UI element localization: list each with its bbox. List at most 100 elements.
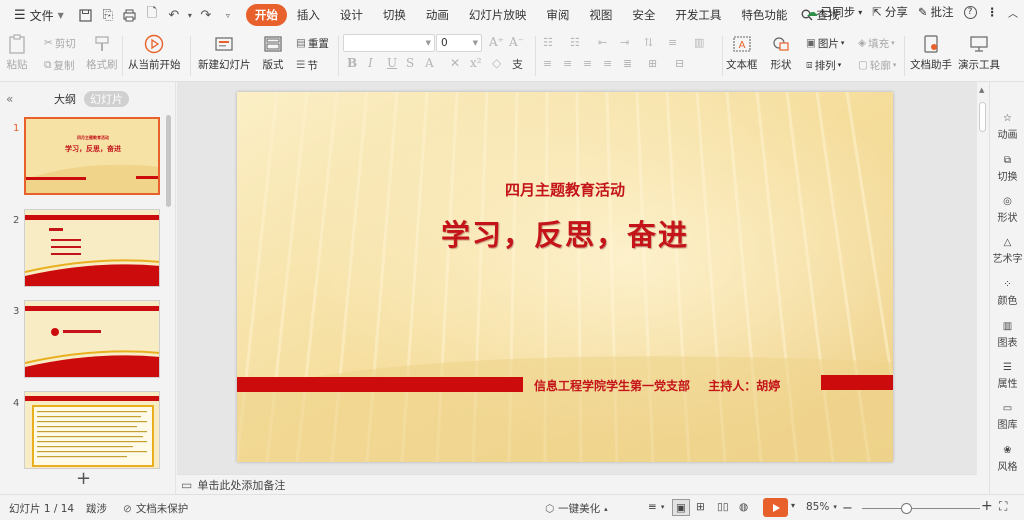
export-icon[interactable]: ⎘ xyxy=(98,5,118,25)
line-spacing-icon[interactable]: ≡ xyxy=(668,36,677,49)
decrease-indent-icon[interactable]: ⇤ xyxy=(598,36,607,49)
theme-name[interactable]: 跋涉 xyxy=(86,501,107,516)
slide-title[interactable]: 学习，反思，奋进 xyxy=(237,212,893,254)
sync-status-button[interactable]: ☁ 已同步 ▾ xyxy=(806,4,862,20)
zoom-in-icon[interactable]: + xyxy=(981,498,993,514)
zoom-level[interactable]: 85% ▾ xyxy=(806,501,837,513)
slide-thumbnail-2[interactable] xyxy=(24,209,160,287)
align-center-icon[interactable]: ≡ xyxy=(563,57,572,70)
canvas-scrollbar[interactable]: ▲ xyxy=(977,82,989,494)
help-button[interactable]: ? xyxy=(963,5,977,19)
zoom-slider[interactable] xyxy=(862,508,980,509)
more-menu-button[interactable]: ⋮ xyxy=(987,5,999,19)
clear-format-icon[interactable]: ✕ xyxy=(450,56,460,70)
current-slide[interactable]: 四月主题教育活动 学习，反思，奋进 信息工程学院学生第一党支部 主持人：胡婷 xyxy=(237,92,893,462)
bold-icon[interactable]: B xyxy=(347,56,357,70)
vertical-align-icon[interactable]: ⊟ xyxy=(675,57,684,70)
cut-button[interactable]: ✂ 剪切 xyxy=(44,34,76,52)
bullet-list-icon[interactable]: ☷ xyxy=(543,36,553,49)
zoom-out-icon[interactable]: − xyxy=(842,501,853,516)
notes-area[interactable]: ▭ 单击此处添加备注 xyxy=(177,474,977,494)
italic-icon[interactable]: I xyxy=(368,56,373,70)
tab-security[interactable]: 安全 xyxy=(622,4,665,26)
rail-shape[interactable]: ◎ 形状 xyxy=(990,193,1024,225)
shape-button[interactable]: 形状 xyxy=(770,33,792,72)
tab-slides[interactable]: 幻灯片 xyxy=(84,91,129,107)
comment-button[interactable]: ✎ 批注 xyxy=(918,4,954,20)
reading-view-icon[interactable]: ▯▯ xyxy=(717,501,729,513)
fill-button[interactable]: ◈ 填充 ▾ xyxy=(858,34,895,52)
slide-thumbnail-4[interactable] xyxy=(24,391,160,469)
font-size-select[interactable]: 0 ▼ xyxy=(436,34,482,52)
save-icon[interactable] xyxy=(76,5,96,25)
play-dropdown-icon[interactable]: ▾ xyxy=(791,501,795,510)
slide-footer-text[interactable]: 信息工程学院学生第一党支部 主持人：胡婷 xyxy=(534,377,794,394)
collapse-ribbon-button[interactable]: ︿ xyxy=(1008,5,1018,20)
reset-button[interactable]: ▤ 重置 xyxy=(296,34,329,52)
font-color-icon[interactable]: A xyxy=(425,56,434,70)
tab-view[interactable]: 视图 xyxy=(579,4,622,26)
file-menu-button[interactable]: ☰ 文件 ▼ xyxy=(8,4,70,26)
tab-transition[interactable]: 切换 xyxy=(373,4,416,26)
customize-toolbar-icon[interactable]: ▿ xyxy=(218,5,238,25)
phonetic-icon[interactable]: 支 xyxy=(512,56,523,72)
columns-icon[interactable]: ▥ xyxy=(694,36,704,49)
tab-outline[interactable]: 大纲 xyxy=(48,91,82,107)
present-tools-button[interactable]: 演示工具 xyxy=(958,33,1000,72)
new-slide-button[interactable]: 新建幻灯片 xyxy=(198,33,251,72)
zoom-slider-knob[interactable] xyxy=(901,503,912,514)
layout-button[interactable]: 版式 xyxy=(262,33,284,72)
play-from-current-button[interactable]: 从当前开始 xyxy=(128,33,181,72)
tab-review[interactable]: 审阅 xyxy=(536,4,579,26)
undo-dropdown-icon[interactable]: ▾ xyxy=(186,5,194,25)
arrange-button[interactable]: ⧈ 排列 ▾ xyxy=(806,56,841,74)
scroll-thumb[interactable] xyxy=(979,102,986,132)
char-spacing-icon[interactable]: x² xyxy=(470,56,482,70)
print-icon[interactable] xyxy=(120,5,140,25)
picture-button[interactable]: ▣ 图片 ▾ xyxy=(806,34,844,52)
slides-scrollbar[interactable] xyxy=(166,115,171,207)
slide-thumbnail-3[interactable] xyxy=(24,300,160,378)
outline-button[interactable]: ▢ 轮廓 ▾ xyxy=(858,56,896,74)
fit-window-icon[interactable]: ⛶ xyxy=(999,499,1007,514)
underline-icon[interactable]: U xyxy=(387,56,397,70)
align-left-icon[interactable]: ≡ xyxy=(543,57,552,70)
numbered-list-icon[interactable]: ☷ xyxy=(570,36,580,49)
rail-style[interactable]: ❀ 风格 xyxy=(990,442,1024,474)
tab-slideshow[interactable]: 幻灯片放映 xyxy=(459,4,537,26)
section-button[interactable]: ☰ 节 xyxy=(296,56,318,74)
paste-button[interactable]: 粘贴 xyxy=(6,33,28,72)
undo-icon[interactable]: ↶ xyxy=(164,5,184,25)
presenter-view-icon[interactable]: ◍ xyxy=(739,501,748,513)
normal-view-icon[interactable]: ▣ xyxy=(672,499,690,516)
text-box-button[interactable]: A 文本框 xyxy=(726,33,758,72)
decrease-font-icon[interactable]: A⁻ xyxy=(509,35,524,49)
notes-toggle-icon[interactable]: ≡ ▾ xyxy=(648,501,664,513)
rail-properties[interactable]: ☰ 属性 xyxy=(990,359,1024,391)
share-button[interactable]: ⇱ 分享 xyxy=(872,4,908,20)
eraser-icon[interactable]: ◇ xyxy=(492,56,501,70)
increase-font-icon[interactable]: A⁺ xyxy=(489,35,504,49)
slide-sorter-icon[interactable]: ⊞ xyxy=(696,501,705,513)
redo-icon[interactable]: ↷ xyxy=(196,5,216,25)
justify-icon[interactable]: ≡ xyxy=(603,57,612,70)
scroll-up-icon[interactable]: ▲ xyxy=(979,86,984,94)
tab-insert[interactable]: 插入 xyxy=(287,4,330,26)
smartart-icon[interactable]: ⊞ xyxy=(648,57,657,70)
tab-home[interactable]: 开始 xyxy=(245,4,287,26)
increase-indent-icon[interactable]: ⇥ xyxy=(620,36,629,49)
copy-button[interactable]: ⧉ 复制 xyxy=(44,56,75,74)
slide-thumbnail-1[interactable]: 四月主题教育活动 学习，反思，奋进 xyxy=(24,117,160,195)
rail-color[interactable]: ⁘ 颜色 xyxy=(990,276,1024,308)
beautify-button[interactable]: ⬡ 一键美化 ▴ xyxy=(545,501,608,516)
rail-gallery[interactable]: ▭ 图库 xyxy=(990,400,1024,432)
rail-wordart[interactable]: △ 艺术字 xyxy=(990,234,1024,266)
text-direction-icon[interactable]: ⇅ xyxy=(644,36,653,49)
rail-chart[interactable]: ▥ 图表 xyxy=(990,318,1024,350)
rail-animation[interactable]: ☆ 动画 xyxy=(990,110,1024,142)
doc-assistant-button[interactable]: 文档助手 xyxy=(910,33,952,72)
distribute-icon[interactable]: ≣ xyxy=(623,57,632,70)
collapse-panel-icon[interactable]: « xyxy=(6,92,13,106)
rail-transition[interactable]: ⧉ 切换 xyxy=(990,152,1024,184)
tab-animation[interactable]: 动画 xyxy=(416,4,459,26)
